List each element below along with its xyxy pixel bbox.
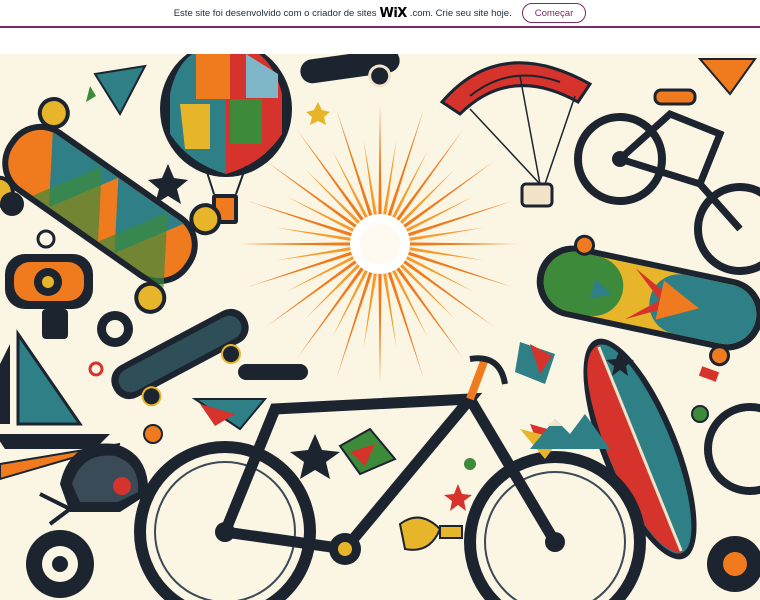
wix-banner-text-after: .com. Crie seu site hoje. bbox=[409, 7, 512, 19]
start-button[interactable]: Começar bbox=[521, 3, 587, 23]
wix-logo[interactable]: WiX bbox=[379, 6, 407, 21]
wix-banner-text: Este site foi desenvolvido com o criador… bbox=[174, 6, 512, 21]
header-spacer bbox=[0, 28, 760, 54]
wix-banner: Este site foi desenvolvido com o criador… bbox=[0, 0, 760, 28]
hero-artwork bbox=[0, 54, 760, 600]
wix-banner-text-before: Este site foi desenvolvido com o criador… bbox=[173, 7, 377, 19]
sports-illustration bbox=[0, 54, 760, 600]
